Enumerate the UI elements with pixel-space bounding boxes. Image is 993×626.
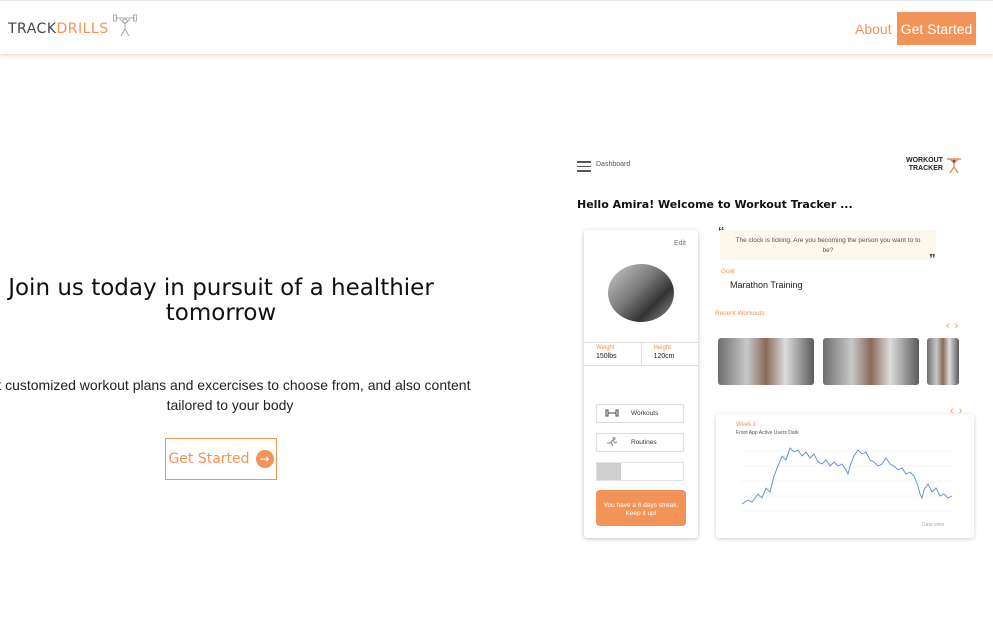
runner-icon [605,436,619,449]
avatar [608,264,674,322]
quote-box: The clock is ticking. Are you becoming t… [720,230,936,260]
close-quote-icon: ” [929,251,936,266]
workout-photo [718,338,814,385]
height-value: 120cm [653,353,675,360]
progress-fill [597,463,622,480]
workouts-label: Workouts [631,410,659,417]
workouts-item: Workouts [596,404,684,423]
quote-text: The clock is ticking. Are you becoming t… [735,237,921,254]
activity-chart-card: Week 1 Front App Active Users Dark Data … [716,414,974,538]
hero-title: Join us today in pursuit of a healthier … [8,275,434,326]
top-navbar: TRACKDRILLS About Get Started [0,0,993,54]
brand-name-track: TRACK [8,20,57,37]
goal-value: Marathon Training [730,280,803,290]
height-label: Height [653,345,671,351]
carousel-chevrons-icon: ‹› [946,320,964,332]
hamburger-menu-icon [577,161,591,175]
mock-weightlifter-icon [946,156,962,179]
routines-item: Routines [596,433,684,452]
weight-label: Weight [596,345,615,351]
edit-link: Edit [673,240,686,247]
mock-logo-text: WORKOUT TRACKER [906,157,943,173]
hero-subtitle: et customized workout plans and excercis… [0,377,471,413]
week-label: Week 1 [736,422,757,428]
dashboard-preview: Dashboard WORKOUT TRACKER Hello Amira! W… [570,150,980,550]
weight-value: 150lbs [596,353,617,360]
dumbbell-icon [605,409,619,419]
mock-greeting: Hello Amira! Welcome to Workout Tracker … [577,198,853,211]
profile-stats: Weight 150lbs Height 120cm [584,342,698,366]
brand-name-drills: DRILLS [56,20,109,37]
workout-photo [927,338,959,385]
arrow-right-circle-icon: → [255,450,274,468]
recent-workouts-label: Recent Workouts [715,310,765,317]
streak-text: You have a 6 days streak. Keep it up! [603,502,679,517]
hero-get-started-button[interactable]: Get Started → [165,438,277,480]
mock-nav-label: Dashboard [596,161,631,168]
activity-line-chart [740,447,955,512]
brand-name: TRACKDRILLS [8,21,109,37]
chart-footer: Data view [922,522,944,528]
progress-bar [596,462,684,481]
get-started-button[interactable]: Get Started [897,12,976,45]
goal-label: Goal [721,268,735,275]
height-stat: Height 120cm [642,343,699,365]
mock-logo-line1: WORKOUT [906,157,943,164]
workout-photo [823,338,919,385]
brand-logo[interactable]: TRACKDRILLS [8,13,137,44]
profile-card: Edit Weight 150lbs Height 120cm Workouts… [584,230,698,538]
about-link[interactable]: About [855,21,892,37]
mock-logo-line2: TRACKER [908,165,943,172]
routines-label: Routines [631,439,657,446]
weight-stat: Weight 150lbs [584,343,642,365]
hero-cta-label: Get Started [168,451,250,467]
streak-card: You have a 6 days streak. Keep it up! [596,490,686,526]
weightlifter-icon [112,13,137,44]
